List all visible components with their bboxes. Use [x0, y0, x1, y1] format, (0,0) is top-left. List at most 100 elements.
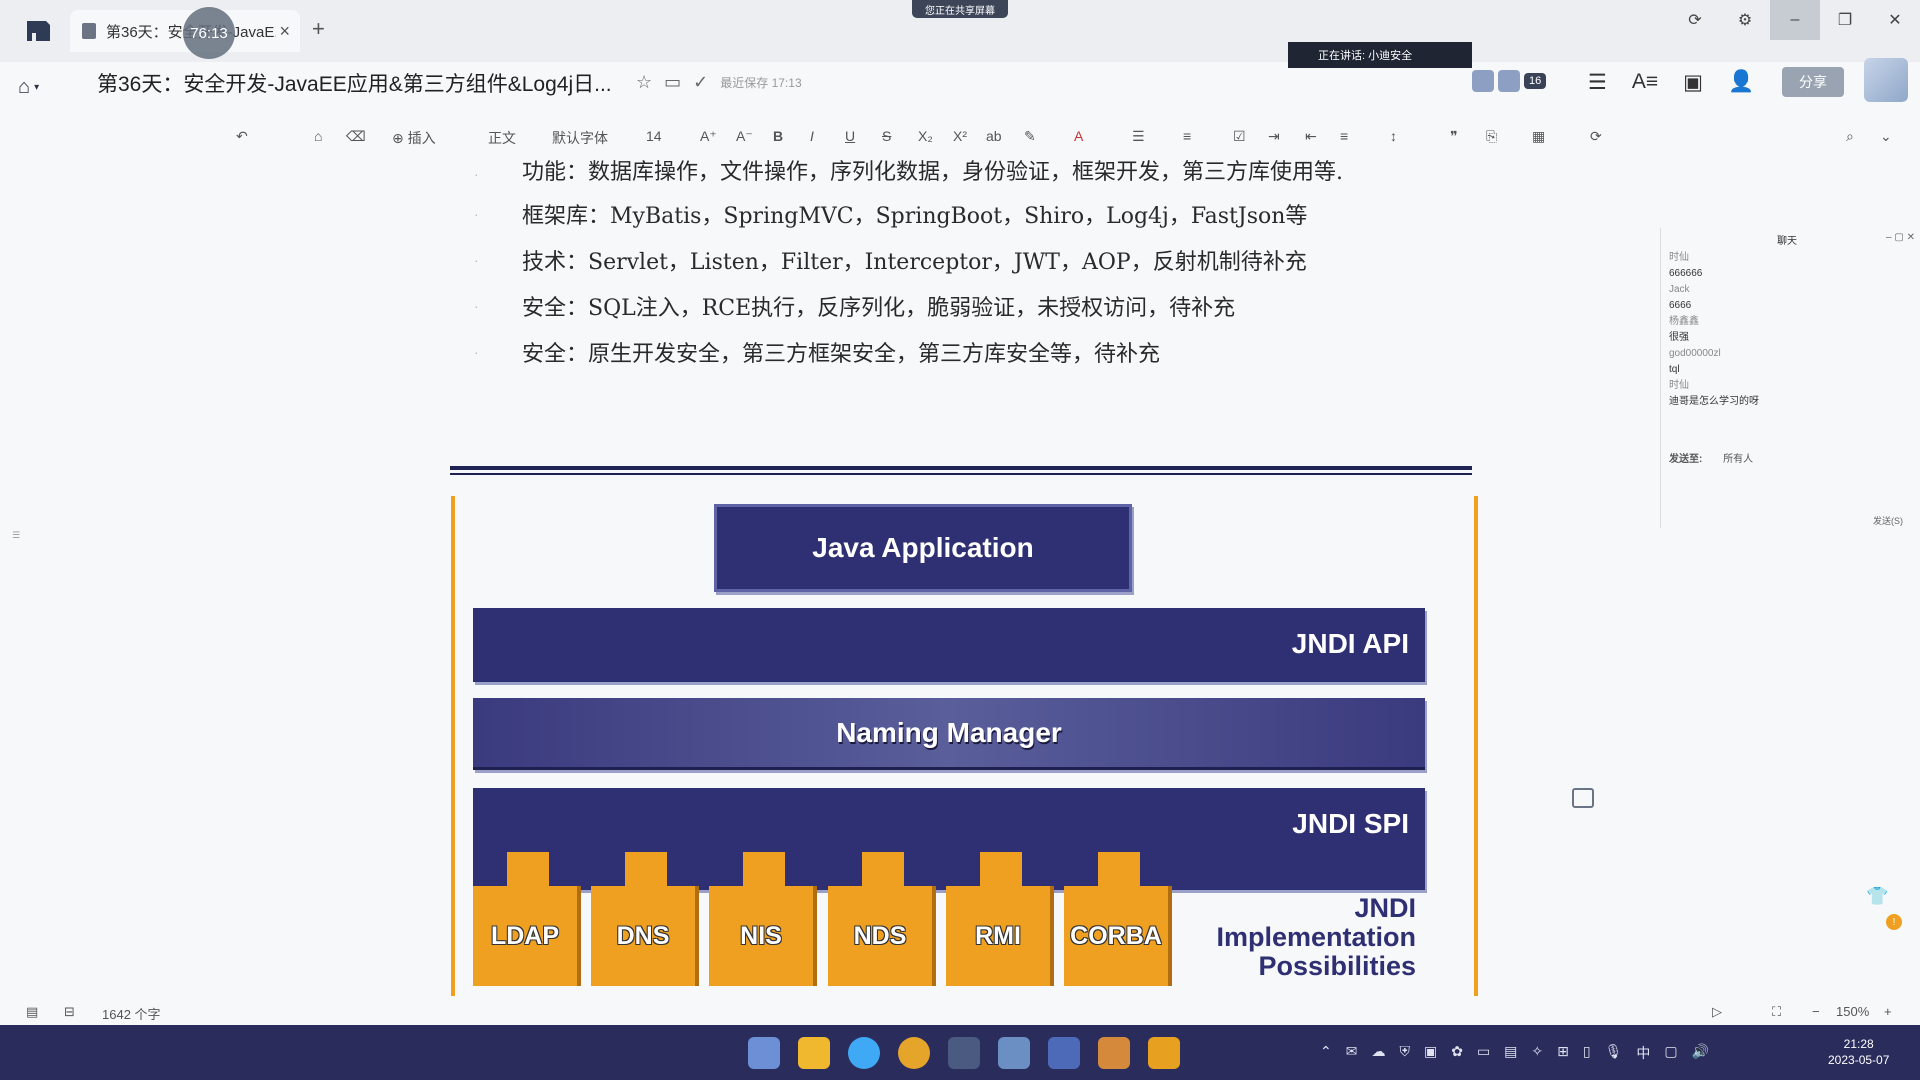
ime-indicator[interactable]: 中 — [1636, 1043, 1650, 1063]
volume-icon[interactable]: 🔊 — [1692, 1043, 1709, 1063]
jndi-architecture-diagram[interactable]: Java Application JNDI API Naming Manager… — [451, 496, 1478, 996]
underline-icon[interactable]: U — [845, 128, 855, 144]
new-tab-button[interactable]: + — [312, 16, 325, 42]
search-icon[interactable]: ⌕ — [1846, 128, 1854, 145]
add-comment-icon[interactable] — [1572, 788, 1594, 808]
line-spacing-icon[interactable]: ↕ — [1390, 128, 1397, 144]
tab-close-icon[interactable]: × — [279, 21, 290, 42]
chrome-icon[interactable] — [898, 1037, 930, 1069]
code-block-icon[interactable]: ⎘ — [1486, 128, 1497, 145]
eraser-icon[interactable]: ⌫ — [346, 128, 366, 145]
page-view-icon[interactable]: ⊟ — [64, 1004, 75, 1020]
font-family-select[interactable]: 默认字体 — [552, 128, 608, 148]
collapse-toolbar-icon[interactable]: ⌄ — [1880, 128, 1892, 145]
font-style-icon[interactable]: A≡ — [1632, 70, 1658, 95]
checklist-icon[interactable]: ☑ — [1233, 128, 1246, 145]
app-tray-icon[interactable]: ▣ — [1424, 1043, 1437, 1063]
play-icon[interactable]: ▷ — [1712, 1004, 1722, 1020]
menu-icon[interactable]: ☰ — [1588, 70, 1607, 95]
shirt-icon[interactable]: 👕 — [1866, 886, 1888, 907]
indent-icon[interactable]: ⇥ — [1268, 128, 1280, 145]
java-ide-icon[interactable] — [1048, 1037, 1080, 1069]
wechat-icon[interactable]: ✉ — [1346, 1043, 1358, 1063]
italic-icon[interactable]: I — [810, 128, 814, 144]
chat-window-controls[interactable]: – ▢ ✕ — [1886, 232, 1915, 243]
cloud-icon[interactable]: ☁ — [1371, 1043, 1385, 1063]
paragraph-style-select[interactable]: 正文 — [488, 128, 516, 148]
photos-icon[interactable] — [998, 1037, 1030, 1069]
minimize-button[interactable]: – — [1770, 0, 1820, 40]
zoom-in-icon[interactable]: + — [1884, 1004, 1892, 1019]
chat-send-button[interactable]: 发送(S) — [1873, 514, 1903, 527]
more-icon[interactable]: ⟳ — [1590, 128, 1602, 145]
fullscreen-icon[interactable]: ⛶ — [1772, 1004, 1781, 1020]
display-icon[interactable]: ▢ — [1664, 1043, 1677, 1063]
document-title[interactable]: 第36天：安全开发-JavaEE应用&第三方组件&Log4j日... — [97, 68, 612, 98]
shield-icon[interactable]: ⛨ — [1399, 1043, 1410, 1063]
maximize-button[interactable]: ❐ — [1820, 0, 1870, 40]
home-button[interactable]: ⌂ ▾ — [18, 69, 58, 105]
font-size-select[interactable]: 14 — [646, 128, 662, 144]
collaborate-icon[interactable]: 👤 — [1728, 70, 1754, 95]
superscript-icon[interactable]: X² — [953, 128, 967, 144]
outline-icon[interactable]: ▤ — [26, 1004, 38, 1020]
file-explorer-icon[interactable] — [798, 1037, 830, 1069]
show-hidden-icon[interactable]: ⌃ — [1320, 1043, 1332, 1063]
align-icon[interactable]: ≡ — [1340, 128, 1348, 144]
document-canvas[interactable]: · 功能：数据库操作，文件操作，序列化数据，身份验证，框架开发，第三方库使用等.… — [0, 156, 1660, 1001]
bullet-list-icon[interactable]: ☰ — [1132, 128, 1145, 145]
settings-icon[interactable]: ⚙ — [1720, 0, 1770, 40]
numbered-list-icon[interactable]: ≡ — [1183, 128, 1191, 144]
screen-share-banner[interactable]: 您正在共享屏幕 — [912, 0, 1008, 18]
grid-tray-icon[interactable]: ⊞ — [1557, 1043, 1569, 1063]
undo-icon[interactable]: ↶ — [236, 128, 248, 145]
move-folder-icon[interactable]: ▭ — [664, 72, 681, 93]
text-effect-icon[interactable]: ab — [986, 128, 1002, 144]
zoom-out-icon[interactable]: − — [1812, 1004, 1820, 1019]
chat-send-to[interactable]: 发送至: 所有人 — [1669, 450, 1753, 465]
edge-icon[interactable] — [848, 1037, 880, 1069]
zoom-level[interactable]: 150% — [1836, 1004, 1869, 1019]
app-logo-icon[interactable] — [24, 17, 54, 45]
increase-font-icon[interactable]: A⁺ — [700, 128, 717, 145]
doc-line[interactable]: 技术：Servlet，Listen，Filter，Interceptor，JWT… — [522, 244, 1307, 276]
outdent-icon[interactable]: ⇤ — [1305, 128, 1317, 145]
clock[interactable]: 21:28 2023-05-07 — [1828, 1036, 1889, 1068]
send-to-select[interactable]: 所有人 — [1723, 454, 1753, 465]
outline-toggle-icon[interactable]: ☰ — [12, 530, 24, 558]
doc-line[interactable]: 功能：数据库操作，文件操作，序列化数据，身份验证，框架开发，第三方库使用等. — [522, 156, 1343, 186]
star-icon[interactable]: ☆ — [636, 72, 652, 93]
battery-icon[interactable]: ▯ — [1583, 1043, 1591, 1063]
close-window-button[interactable]: ✕ — [1870, 0, 1920, 40]
collaborators[interactable]: 16 — [1472, 70, 1547, 92]
bold-icon[interactable]: B — [773, 128, 783, 144]
present-icon[interactable]: ▣ — [1683, 70, 1703, 95]
burp-icon[interactable] — [1098, 1037, 1130, 1069]
share-button[interactable]: 分享 — [1782, 67, 1844, 97]
start-icon[interactable] — [748, 1037, 780, 1069]
doc-line[interactable]: 安全：原生开发安全，第三方框架安全，第三方库安全等，待补充 — [522, 336, 1160, 368]
chat-tray-icon[interactable]: ▤ — [1504, 1043, 1517, 1063]
wifi-icon[interactable]: ✧ — [1531, 1043, 1543, 1063]
sublime-icon[interactable] — [1148, 1037, 1180, 1069]
font-color-icon[interactable]: A — [1074, 128, 1083, 144]
highlight-icon[interactable]: ✎ — [1024, 128, 1036, 145]
insert-button[interactable]: ⊕ 插入 — [392, 128, 436, 148]
docs-app-icon[interactable] — [948, 1037, 980, 1069]
notification-badge[interactable]: ! — [1886, 914, 1902, 930]
mic-icon[interactable]: 🎙 — [1605, 1043, 1623, 1063]
screen-tray-icon[interactable]: ▭ — [1477, 1043, 1490, 1063]
subscript-icon[interactable]: X₂ — [918, 128, 933, 144]
doc-line[interactable]: 框架库：MyBatis，SpringMVC，SpringBoot，Shiro，L… — [522, 198, 1307, 230]
bullet-marker: · — [474, 298, 479, 314]
strikethrough-icon[interactable]: S — [882, 128, 891, 144]
table-icon[interactable]: ▦ — [1532, 128, 1545, 145]
format-painter-icon[interactable]: ⌂ — [314, 128, 322, 144]
quote-icon[interactable]: ❞ — [1450, 128, 1458, 145]
gear-tray-icon[interactable]: ✿ — [1451, 1043, 1463, 1063]
doc-line[interactable]: 安全：SQL注入，RCE执行，反序列化，脆弱验证，未授权访问，待补充 — [522, 290, 1235, 322]
word-count[interactable]: 1642 个字 — [102, 1004, 161, 1023]
decrease-font-icon[interactable]: A⁻ — [736, 128, 753, 145]
user-avatar[interactable] — [1864, 58, 1908, 102]
sync-icon[interactable]: ⟳ — [1670, 0, 1720, 40]
